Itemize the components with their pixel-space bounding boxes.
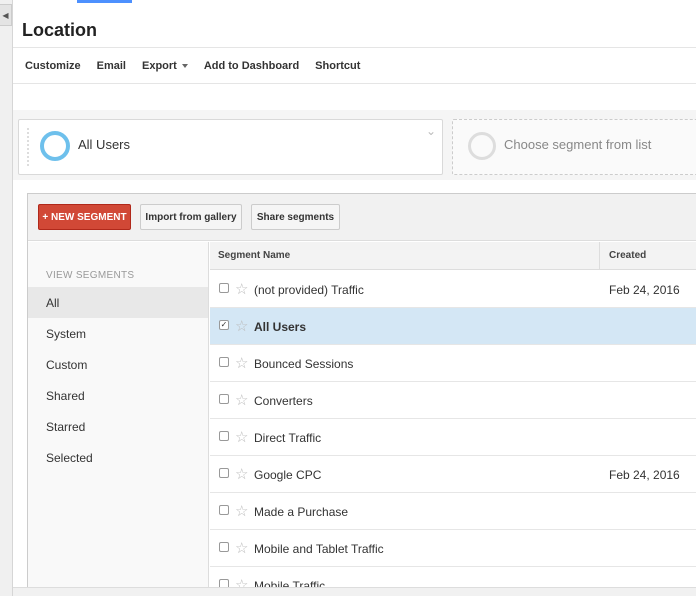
chevron-left-icon: ◀ <box>2 10 9 20</box>
chevron-down-icon[interactable]: ⌄ <box>426 124 436 138</box>
segment-panel-toolbar: + NEW SEGMENT Import from gallery Share … <box>28 194 696 241</box>
active-tab-indicator <box>77 0 132 3</box>
email-button[interactable]: Email <box>97 60 126 72</box>
segment-panel: + NEW SEGMENT Import from gallery Share … <box>27 193 696 596</box>
segment-name: Converters <box>254 394 313 408</box>
table-row[interactable]: ☆ Bounced Sessions <box>210 345 696 382</box>
star-outline-icon[interactable]: ☆ <box>235 502 248 520</box>
segment-name: Bounced Sessions <box>254 357 354 371</box>
sidebar-item-custom[interactable]: Custom <box>28 349 208 380</box>
export-button[interactable]: Export <box>142 60 188 72</box>
sidebar-heading: VIEW SEGMENTS <box>46 270 135 281</box>
column-header-segment-name[interactable]: Segment Name <box>218 250 290 261</box>
star-outline-icon[interactable]: ☆ <box>235 391 248 409</box>
customize-button[interactable]: Customize <box>25 60 81 72</box>
sidebar-item-starred[interactable]: Starred <box>28 411 208 442</box>
segment-name: Made a Purchase <box>254 505 349 519</box>
drag-handle-icon[interactable] <box>27 128 31 166</box>
star-outline-icon[interactable]: ☆ <box>235 539 248 557</box>
table-header: Segment Name Created <box>210 242 696 270</box>
segment-table: Segment Name Created ☆ (not provided) Tra… <box>210 242 696 596</box>
column-header-created[interactable]: Created <box>609 250 646 261</box>
export-label: Export <box>141 59 177 72</box>
row-checkbox[interactable] <box>219 357 229 367</box>
row-checkbox[interactable] <box>219 394 229 404</box>
segment-placeholder-label: Choose segment from list <box>504 137 652 152</box>
table-row[interactable]: ☆ Converters <box>210 382 696 419</box>
page-title: Location <box>22 20 97 40</box>
segment-sidebar: VIEW SEGMENTS All System Custom Shared S… <box>28 242 209 596</box>
sidebar-item-system[interactable]: System <box>28 318 208 349</box>
shortcut-button[interactable]: Shortcut <box>315 60 360 72</box>
collapse-rail-button[interactable]: ◀ <box>0 4 12 26</box>
caret-down-icon <box>181 63 188 68</box>
left-rail <box>0 0 13 596</box>
sidebar-item-all[interactable]: All <box>28 287 208 318</box>
star-outline-icon[interactable]: ☆ <box>235 317 248 335</box>
table-row[interactable]: ☆ Made a Purchase <box>210 493 696 530</box>
empty-segment-ring-icon <box>468 132 496 160</box>
segment-name: (not provided) Traffic <box>254 283 364 297</box>
segment-created-date: Feb 24, 2016 <box>609 283 680 297</box>
report-toolbar: Customize Email Export Add to Dashboard … <box>13 48 696 84</box>
row-checkbox[interactable] <box>219 431 229 441</box>
row-checkbox[interactable] <box>219 468 229 478</box>
star-outline-icon[interactable]: ☆ <box>235 428 248 446</box>
segment-label: All Users <box>78 137 131 152</box>
segment-name: Direct Traffic <box>254 431 322 445</box>
row-checkbox[interactable] <box>219 542 229 552</box>
segment-ring-icon <box>40 131 70 161</box>
sidebar-item-shared[interactable]: Shared <box>28 380 208 411</box>
table-row[interactable]: ☆ (not provided) Traffic Feb 24, 2016 <box>210 271 696 308</box>
table-row[interactable]: ☆ Google CPC Feb 24, 2016 <box>210 456 696 493</box>
segment-name: All Users <box>254 320 307 334</box>
table-row[interactable]: ✓ ☆ All Users <box>210 308 696 345</box>
row-checkbox[interactable]: ✓ <box>219 320 229 330</box>
segment-name: Mobile and Tablet Traffic <box>254 542 384 556</box>
star-outline-icon[interactable]: ☆ <box>235 280 248 298</box>
add-to-dashboard-button[interactable]: Add to Dashboard <box>204 60 299 72</box>
row-checkbox[interactable] <box>219 283 229 293</box>
row-checkbox[interactable] <box>219 505 229 515</box>
table-row[interactable]: ☆ Direct Traffic <box>210 419 696 456</box>
segment-name: Google CPC <box>254 468 322 482</box>
horizontal-scrollbar[interactable] <box>13 587 696 596</box>
sidebar-item-selected[interactable]: Selected <box>28 442 208 473</box>
new-segment-button[interactable]: + NEW SEGMENT <box>38 204 131 230</box>
segment-placeholder[interactable]: Choose segment from list <box>452 119 696 175</box>
share-segments-button[interactable]: Share segments <box>251 204 340 230</box>
column-divider <box>599 242 600 270</box>
segment-created-date: Feb 24, 2016 <box>609 468 680 482</box>
star-outline-icon[interactable]: ☆ <box>235 465 248 483</box>
segment-card-all-users[interactable]: All Users ⌄ <box>18 119 443 175</box>
star-outline-icon[interactable]: ☆ <box>235 354 248 372</box>
table-row[interactable]: ☆ Mobile and Tablet Traffic <box>210 530 696 567</box>
import-from-gallery-button[interactable]: Import from gallery <box>140 204 242 230</box>
